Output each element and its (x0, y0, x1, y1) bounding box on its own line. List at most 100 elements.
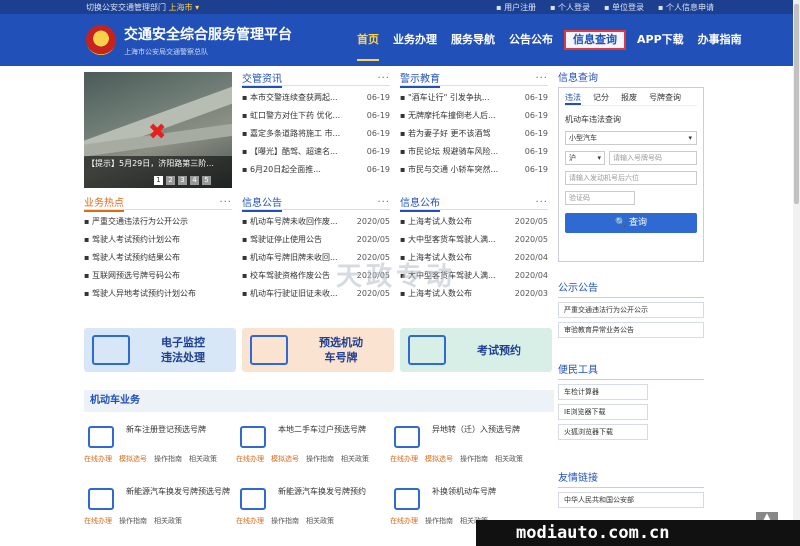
carousel-page[interactable]: 2 (166, 176, 175, 185)
biz-item[interactable]: 异地转（迁）入预选号牌 在线办理 模拟选号 操作指南 相关政策 (390, 424, 540, 468)
list-item[interactable]: ▪ 本市交警连续查获两起... 06-19 (242, 89, 390, 107)
e-monitor-card[interactable]: 电子监控 违法处理 (84, 328, 236, 372)
tools-group: 便民工具 车检计算器 IE浏览器下载 火狐浏览器下载 (558, 364, 704, 444)
list-item[interactable]: ▪ 市民与交通 小轿车突然... 06-19 (400, 161, 548, 179)
list-item[interactable]: ▪ 虹口警方对住下药 优化... 06-19 (242, 107, 390, 125)
news-carousel[interactable]: ✖ 【提示】5月29日，济阳路第三阶... 1 2 3 4 5 (84, 72, 232, 188)
biz-item[interactable]: 新能源汽车换发号牌预约 在线办理 操作指南 相关政策 (236, 486, 386, 530)
tab-scrap[interactable]: 报废 (621, 92, 637, 105)
list-item[interactable]: ▪ 互联网预选号牌号码公布 (84, 267, 232, 285)
news-panel: 交管资讯 ··· ▪ 本市交警连续查获两起... 06-19 ▪ 虹口警方对住下药 … (242, 72, 390, 179)
tab-violation[interactable]: 违法 (565, 92, 581, 105)
warning-panel: 警示教育 ··· ▪ "酒车让行" 引发争执... 06-19 ▪ 无牌摩托车撞倒老… (400, 72, 548, 179)
nav-announcements[interactable]: 公告公布 (502, 29, 560, 51)
nav-service-guide[interactable]: 服务导航 (444, 29, 502, 51)
footer-watermark: modiauto.com.cn (476, 520, 800, 546)
carousel-page[interactable]: 5 (202, 176, 211, 185)
ev-car-icon (88, 488, 114, 510)
friend-link[interactable]: 中华人民共和国公安部 (558, 492, 704, 508)
warning-more-button[interactable]: ··· (535, 73, 548, 84)
list-item[interactable]: ▪ 6月20日起全面推... 06-19 (242, 161, 390, 179)
tool-link[interactable]: IE浏览器下载 (558, 404, 648, 420)
hot-title: 业务热点 (84, 194, 124, 212)
watermark: 天政专动 (336, 262, 457, 292)
tab-score[interactable]: 记分 (593, 92, 609, 105)
news-more-button[interactable]: ··· (377, 73, 390, 84)
site-subtitle: 上海市公安局交通警察总队 (124, 47, 208, 56)
province-select[interactable]: 沪 ▾ (565, 151, 605, 165)
notice-group: 公示公告 严重交通违法行为公开公示 审验教育异常业务公告 (558, 282, 704, 342)
announce-title: 信息公告 (242, 194, 282, 212)
news-title: 交管资讯 (242, 70, 282, 88)
list-item[interactable]: ▪ 市民论坛 规避骑车风险... 06-19 (400, 143, 548, 161)
vehicle-type-select[interactable]: 小型汽车 ▾ (565, 131, 697, 145)
links-title: 友情链接 (558, 472, 704, 488)
announce-more-button[interactable]: ··· (377, 197, 390, 208)
plate-preselect-card[interactable]: 预选机动 车号牌 (242, 328, 394, 372)
captcha-input[interactable]: 验证码 (565, 191, 635, 205)
top-bar: 切换公安交通管理部门 上海市 ▾ ▪ 用户注册 ▪ 个人登录 ▪ 单位登录 ▪ … (0, 0, 800, 14)
tool-link[interactable]: 车检计算器 (558, 384, 648, 400)
nav-info-query[interactable]: 信息查询 (564, 30, 626, 50)
list-item[interactable]: ▪ 机动车号牌未收回作废... 2020/05 (242, 213, 390, 231)
notice-link[interactable]: 严重交通违法行为公开公示 (558, 302, 704, 318)
list-item[interactable]: ▪ 驾驶人考试预约结果公布 (84, 249, 232, 267)
register-link[interactable]: ▪ 用户注册 (496, 2, 536, 13)
transfer-icon (240, 426, 266, 448)
carousel-pager: 1 2 3 4 5 (154, 176, 211, 185)
list-item[interactable]: ▪ 驾驶人异地考试预约计划公布 (84, 285, 232, 303)
list-item[interactable]: ▪ 大中型客货车驾驶人满... 2020/05 (400, 231, 548, 249)
nav-home[interactable]: 首页 (350, 29, 386, 61)
new-car-icon (88, 426, 114, 448)
main-nav: 首页 业务办理 服务导航 公告公布 信息查询 APP下载 办事指南 (350, 14, 749, 66)
switch-department-link[interactable]: 切换公安交通管理部门 (86, 2, 166, 13)
plate-number-input[interactable]: 请输入号牌号码 (609, 151, 697, 165)
police-emblem-logo (86, 25, 116, 55)
nav-app-download[interactable]: APP下载 (630, 29, 691, 51)
relocation-icon (394, 426, 420, 448)
ev-plate-icon (240, 488, 266, 510)
list-item[interactable]: ▪ 【曝光】酷驾、超速名... 06-19 (242, 143, 390, 161)
tab-plate-query[interactable]: 号牌查询 (649, 92, 681, 105)
quick-service-cards: 电子监控 违法处理 预选机动 车号牌 考试预约 (84, 328, 554, 372)
city-selector[interactable]: 上海市 ▾ (169, 2, 200, 13)
biz-item[interactable]: 新车注册登记预选号牌 在线办理 模拟选号 操作指南 相关政策 (84, 424, 234, 468)
chevron-down-icon: ▾ (688, 134, 692, 142)
hot-panel: 业务热点 ··· ▪ 严重交通违法行为公开公示 ▪ 驾驶人考试预约计划公布 ▪ 驾… (84, 196, 232, 303)
list-item[interactable]: ▪ "酒车让行" 引发争执... 06-19 (400, 89, 548, 107)
tool-link[interactable]: 火狐浏览器下载 (558, 424, 648, 440)
section-title: 机动车业务 (84, 390, 554, 412)
scrollbar[interactable] (793, 0, 800, 546)
list-item[interactable]: ▪ 驾驶证停止使用公告 2020/05 (242, 231, 390, 249)
exam-booking-card[interactable]: 考试预约 (400, 328, 552, 372)
notice-title: 公示公告 (558, 282, 704, 298)
license-plate-icon (250, 335, 288, 365)
list-item[interactable]: ▪ 驾驶人考试预约计划公布 (84, 231, 232, 249)
hot-more-button[interactable]: ··· (219, 197, 232, 208)
publish-more-button[interactable]: ··· (535, 197, 548, 208)
notice-link[interactable]: 审验教育异常业务公告 (558, 322, 704, 338)
list-item[interactable]: ▪ 上海考试人数公布 2020/05 (400, 213, 548, 231)
biz-item[interactable]: 本地二手车过户预选号牌 在线办理 模拟选号 操作指南 相关政策 (236, 424, 386, 468)
personal-login-link[interactable]: ▪ 个人登录 (550, 2, 590, 13)
carousel-page[interactable]: 1 (154, 176, 163, 185)
carousel-page[interactable]: 3 (178, 176, 187, 185)
biz-item[interactable]: 新能源汽车换发号牌预选号牌 在线办理 操作指南 相关政策 (84, 486, 234, 530)
engine-number-input[interactable]: 请输入发动机号后六位 (565, 171, 697, 185)
nav-guide[interactable]: 办事指南 (691, 29, 749, 51)
replace-plate-icon (394, 488, 420, 510)
nav-business[interactable]: 业务办理 (386, 29, 444, 51)
query-button[interactable]: 🔍 查询 (565, 213, 697, 233)
list-item[interactable]: ▪ 严重交通违法行为公开公示 (84, 213, 232, 231)
publish-title: 信息公布 (400, 194, 440, 212)
carousel-page[interactable]: 4 (190, 176, 199, 185)
list-item[interactable]: ▪ 嘉定多条道路将施工 市... 06-19 (242, 125, 390, 143)
scrollbar-thumb[interactable] (794, 4, 799, 204)
site-title: 交通安全综合服务管理平台 (124, 26, 292, 43)
list-item[interactable]: ▪ 若为妻子好 更不该酒驾 06-19 (400, 125, 548, 143)
monitor-icon (92, 335, 130, 365)
query-box: 违法 记分 报废 号牌查询 机动车违法查询 小型汽车 ▾ 沪 ▾ 请输入号牌号码 请… (558, 88, 704, 262)
personal-apply-link[interactable]: ▪ 个人信息申请 (658, 2, 714, 13)
unit-login-link[interactable]: ▪ 单位登录 (604, 2, 644, 13)
list-item[interactable]: ▪ 无牌摩托车撞倒老人后... 06-19 (400, 107, 548, 125)
